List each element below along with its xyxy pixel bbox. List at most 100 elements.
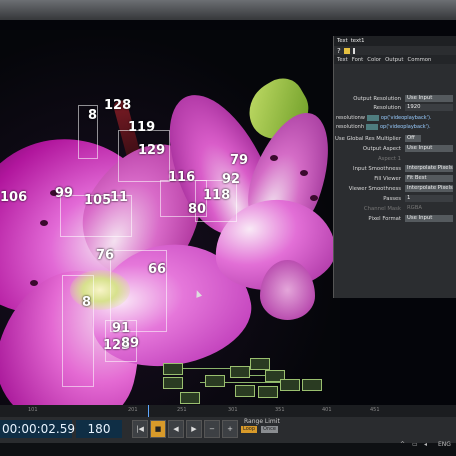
tracking-label: 92 bbox=[222, 172, 241, 187]
network-node[interactable] bbox=[230, 366, 250, 378]
info-icon[interactable] bbox=[352, 47, 355, 54]
ruler-tick: 451 bbox=[370, 407, 380, 413]
loop-button[interactable]: Loop bbox=[241, 426, 257, 433]
param-input-smoothness: Input Smoothness Interpolate Pixels bbox=[334, 164, 456, 173]
tracking-label: 76 bbox=[96, 248, 115, 263]
param-label: Viewer Smoothness bbox=[348, 185, 401, 192]
once-button[interactable]: Once bbox=[261, 426, 278, 433]
tracking-label: 80 bbox=[188, 202, 207, 217]
param-aspect: Aspect 1 bbox=[334, 154, 456, 163]
tracking-label: 99 bbox=[55, 186, 74, 201]
param-value-fill-viewer[interactable]: Fit Best bbox=[405, 175, 453, 182]
panel-title-bar: Text text1 bbox=[334, 36, 456, 46]
network-node[interactable] bbox=[258, 386, 278, 398]
param-label: Output Aspect bbox=[362, 145, 401, 152]
network-node[interactable] bbox=[280, 379, 300, 391]
tracking-label: 79 bbox=[230, 153, 249, 168]
param-output-aspect: Output Aspect Use Input bbox=[334, 144, 456, 153]
param-value-aspect bbox=[405, 155, 453, 162]
tracking-label: 8 bbox=[82, 295, 92, 310]
language-indicator[interactable]: ENG bbox=[438, 441, 451, 448]
tracking-label: 8 bbox=[88, 108, 98, 123]
tracking-label: 106 bbox=[0, 190, 28, 205]
play-reverse-button[interactable]: ◀ bbox=[168, 420, 184, 438]
petal-spot bbox=[30, 280, 38, 286]
param-passes: Passes 1 bbox=[334, 194, 456, 203]
network-node[interactable] bbox=[235, 385, 255, 397]
toggle-global-res[interactable]: Off bbox=[405, 135, 421, 142]
tab-color[interactable]: Color bbox=[367, 57, 381, 63]
ruler-tick: 251 bbox=[177, 407, 187, 413]
param-pixel-format: Pixel Format Use Input bbox=[334, 214, 456, 223]
param-value-passes[interactable]: 1 bbox=[405, 195, 453, 202]
res-h-label: resolutionh bbox=[336, 124, 364, 130]
operator-name[interactable]: text1 bbox=[351, 38, 365, 44]
help-icon[interactable]: ? bbox=[337, 47, 341, 55]
playhead[interactable] bbox=[148, 405, 149, 417]
timecode-display[interactable]: 00:00:02.59 bbox=[0, 420, 75, 438]
image-viewer[interactable]: 128 8 119 129 116 79 92 118 80 106 99 10… bbox=[0, 30, 340, 425]
frame-field[interactable]: 180 bbox=[76, 420, 122, 438]
param-label: Output Resolution bbox=[353, 95, 401, 102]
tab-output[interactable]: Output bbox=[385, 57, 403, 63]
res-w-label: resolutionw bbox=[336, 115, 365, 121]
stop-button[interactable]: ■ bbox=[150, 420, 166, 438]
network-node[interactable] bbox=[163, 363, 183, 375]
param-value-output-aspect[interactable]: Use Input bbox=[405, 145, 453, 152]
tracking-label: 89 bbox=[121, 336, 140, 351]
ruler-tick: 401 bbox=[322, 407, 332, 413]
param-value-pixel-format[interactable]: Use Input bbox=[405, 215, 453, 222]
detection-box bbox=[62, 275, 94, 387]
network-node[interactable] bbox=[302, 379, 322, 391]
tracking-label: 129 bbox=[138, 143, 166, 158]
tracking-label: 66 bbox=[148, 262, 167, 277]
param-resolution: Resolution 1920 bbox=[334, 103, 456, 112]
parameter-tabs: Text Font Color Output Common bbox=[334, 55, 456, 64]
tracking-label: 116 bbox=[168, 170, 196, 185]
param-channel-mask: Channel Mask RGBA bbox=[334, 204, 456, 213]
res-h-expression[interactable]: op('videoplayback'). bbox=[380, 124, 431, 130]
network-node[interactable] bbox=[180, 392, 200, 404]
network-node[interactable] bbox=[205, 375, 225, 387]
tab-text[interactable]: Text bbox=[337, 57, 348, 63]
tab-font[interactable]: Font bbox=[352, 57, 364, 63]
tracking-label: 11 bbox=[110, 190, 129, 205]
res-w-expression[interactable]: op('videoplayback'). bbox=[381, 115, 432, 121]
operator-type: Text bbox=[337, 38, 348, 44]
network-node[interactable] bbox=[250, 358, 270, 370]
petal-spot bbox=[270, 155, 278, 161]
tracking-label: 128 bbox=[104, 98, 132, 113]
volume-icon[interactable]: ◂ bbox=[424, 441, 427, 448]
petal-spot bbox=[40, 220, 48, 226]
play-forward-button[interactable]: ▶ bbox=[186, 420, 202, 438]
network-icon[interactable]: ▭ bbox=[412, 441, 418, 448]
param-output-resolution: Output Resolution Use Input bbox=[334, 94, 456, 103]
network-node[interactable] bbox=[163, 377, 183, 389]
timeline-ruler[interactable]: 101 201 251 301 351 401 451 bbox=[0, 405, 456, 417]
tray-up-arrow-icon[interactable]: ^ bbox=[400, 441, 405, 448]
param-value-channel-mask: RGBA bbox=[407, 205, 423, 211]
res-w-field[interactable] bbox=[366, 115, 379, 121]
panel-toolbar: ? bbox=[334, 46, 456, 55]
touchdesigner-window: 128 8 119 129 116 79 92 118 80 106 99 10… bbox=[0, 20, 456, 456]
step-back-button[interactable]: − bbox=[204, 420, 220, 438]
python-icon[interactable] bbox=[343, 47, 350, 54]
param-fill-viewer: Fill Viewer Fit Best bbox=[334, 174, 456, 183]
ruler-tick: 301 bbox=[228, 407, 238, 413]
parameter-panel: Text text1 ? Text Font Color Output Comm… bbox=[333, 36, 456, 298]
param-value-output-resolution[interactable]: Use Input bbox=[405, 95, 453, 102]
tracking-label: 91 bbox=[112, 321, 131, 336]
res-h-field[interactable] bbox=[366, 124, 378, 130]
tracking-label: 105 bbox=[84, 193, 112, 208]
range-limit-label: Range Limit bbox=[244, 418, 280, 425]
ruler-tick: 201 bbox=[128, 407, 138, 413]
param-label: Channel Mask bbox=[363, 205, 401, 212]
param-value-resolution[interactable]: 1920 bbox=[405, 104, 453, 111]
step-forward-button[interactable]: + bbox=[222, 420, 238, 438]
goto-start-button[interactable]: |◀ bbox=[132, 420, 148, 438]
param-value-input-smoothness[interactable]: Interpolate Pixels bbox=[405, 165, 453, 172]
param-label: Fill Viewer bbox=[374, 175, 401, 182]
tab-common[interactable]: Common bbox=[408, 57, 432, 63]
param-value-viewer-smoothness[interactable]: Interpolate Pixels bbox=[405, 185, 453, 192]
param-label: Aspect 1 bbox=[377, 155, 401, 162]
